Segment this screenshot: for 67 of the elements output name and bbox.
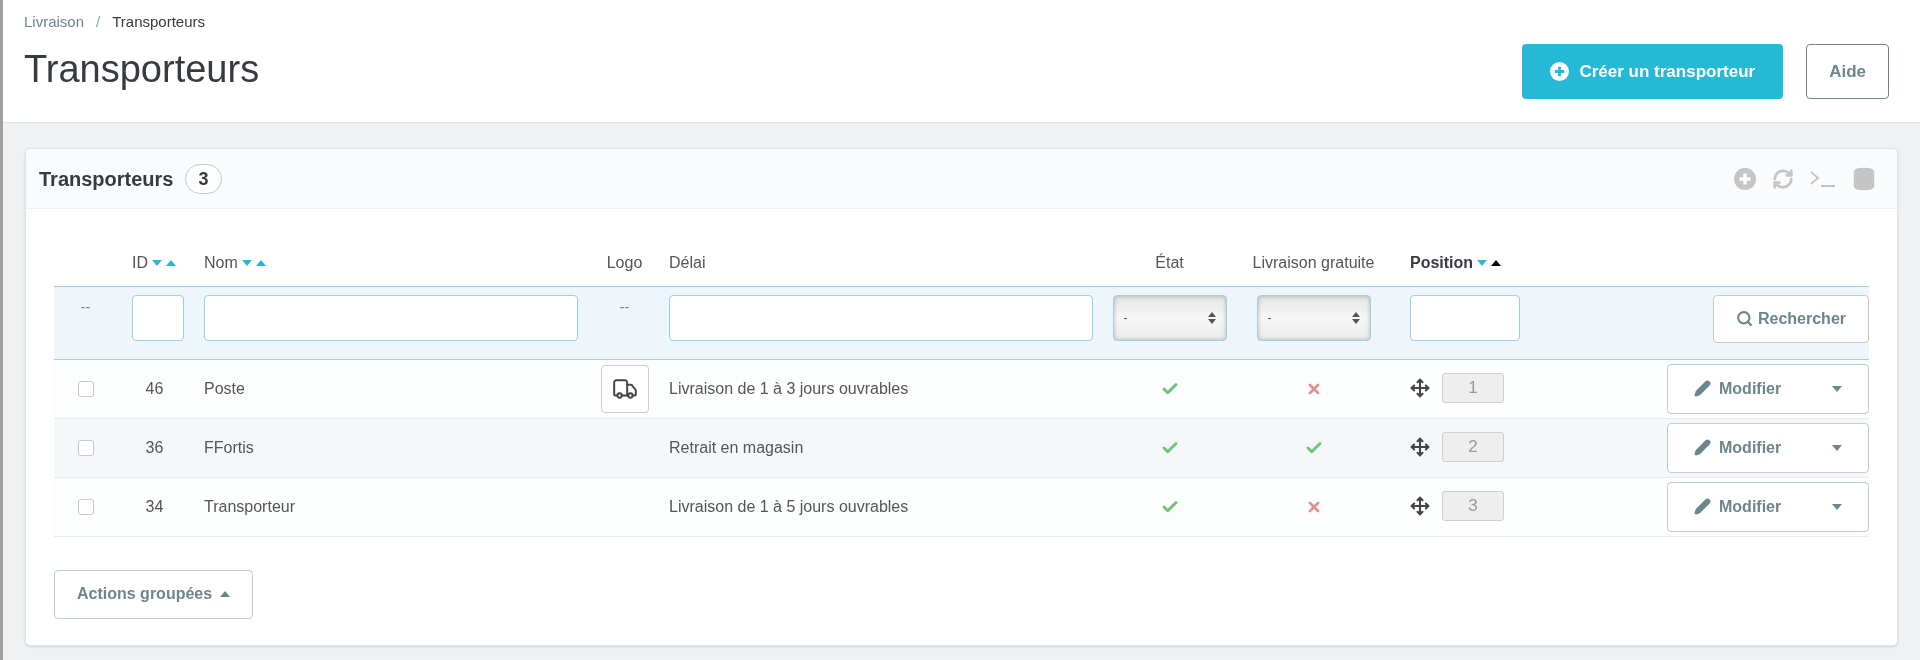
- pencil-icon: [1694, 439, 1711, 456]
- row-checkbox[interactable]: [77, 440, 94, 457]
- terminal-icon[interactable]: [1810, 169, 1836, 188]
- breadcrumb-link[interactable]: Transporteurs: [112, 11, 205, 34]
- empty-filter-text: --: [619, 298, 630, 315]
- column-header[interactable]: ID: [132, 250, 148, 275]
- row-checkbox[interactable]: [77, 381, 94, 398]
- filter-input[interactable]: [1410, 294, 1520, 341]
- caret-icon[interactable]: [1832, 385, 1842, 392]
- sort-down-icon[interactable]: [241, 259, 252, 266]
- help-button[interactable]: Aide: [1806, 44, 1889, 99]
- id-cell: 34: [145, 497, 164, 515]
- filter-select[interactable]: -: [1112, 294, 1227, 341]
- sort-down-icon[interactable]: [152, 259, 162, 266]
- panel-title: Transporteurs: [39, 166, 174, 192]
- empty-filter-text: --: [80, 298, 91, 315]
- position-value: 1: [1442, 372, 1504, 403]
- search-button[interactable]: Rechercher: [1712, 294, 1869, 343]
- sort-up-icon[interactable]: [1491, 259, 1502, 266]
- caret-icon[interactable]: [220, 591, 231, 597]
- caret-icon[interactable]: [1832, 444, 1842, 451]
- pencil-icon: [1694, 498, 1711, 515]
- name-cell: Poste: [204, 379, 245, 397]
- select-arrows-icon: [1207, 311, 1216, 324]
- pencil-icon: [1694, 380, 1711, 397]
- breadcrumb-separator: /: [96, 12, 101, 32]
- filter-select[interactable]: -: [1256, 294, 1371, 341]
- position-value: 3: [1442, 490, 1504, 521]
- column-header[interactable]: Position: [1410, 250, 1474, 275]
- bulk-actions-button[interactable]: Actions groupées: [54, 569, 254, 619]
- column-header: État: [1155, 252, 1184, 273]
- plus-circle-icon: [1550, 62, 1570, 81]
- add-icon[interactable]: [1734, 167, 1756, 190]
- database-icon[interactable]: [1852, 166, 1876, 191]
- page-title: Transporteurs: [24, 46, 260, 92]
- caret-icon[interactable]: [1832, 503, 1842, 510]
- position-value: 2: [1442, 431, 1504, 462]
- edit-button[interactable]: Modifier: [1667, 422, 1869, 473]
- id-cell: 46: [145, 379, 164, 397]
- id-cell: 36: [145, 438, 164, 456]
- edit-label: Modifier: [1719, 437, 1782, 458]
- drag-handle-icon[interactable]: [1410, 377, 1430, 398]
- column-header: Délai: [669, 252, 706, 273]
- search-icon: [1735, 310, 1753, 327]
- edit-button[interactable]: Modifier: [1667, 481, 1869, 532]
- count-badge: 3: [185, 163, 222, 194]
- edit-button[interactable]: Modifier: [1667, 363, 1869, 414]
- create-carrier-button[interactable]: Créer un transporteur: [1522, 44, 1784, 99]
- name-cell: Transporteur: [204, 497, 295, 515]
- delay-cell: Livraison de 1 à 3 jours ouvrables: [669, 379, 909, 397]
- column-header: Logo: [606, 252, 643, 273]
- drag-handle-icon[interactable]: [1410, 495, 1430, 516]
- select-arrows-icon: [1351, 311, 1360, 324]
- filter-input[interactable]: [669, 294, 1093, 341]
- edit-label: Modifier: [1719, 496, 1782, 517]
- delay-cell: Livraison de 1 à 5 jours ouvrables: [669, 497, 909, 515]
- filter-input[interactable]: [204, 294, 578, 341]
- column-header[interactable]: Nom: [204, 250, 238, 275]
- filter-input[interactable]: [132, 294, 184, 341]
- row-checkbox[interactable]: [77, 499, 94, 516]
- refresh-icon[interactable]: [1772, 167, 1794, 190]
- column-header: Livraison gratuite: [1252, 252, 1375, 273]
- edit-label: Modifier: [1719, 378, 1782, 399]
- delay-cell: Retrait en magasin: [669, 438, 804, 456]
- name-cell: FFortis: [204, 438, 254, 456]
- breadcrumb-link[interactable]: Livraison: [24, 11, 85, 34]
- drag-handle-icon[interactable]: [1410, 436, 1430, 457]
